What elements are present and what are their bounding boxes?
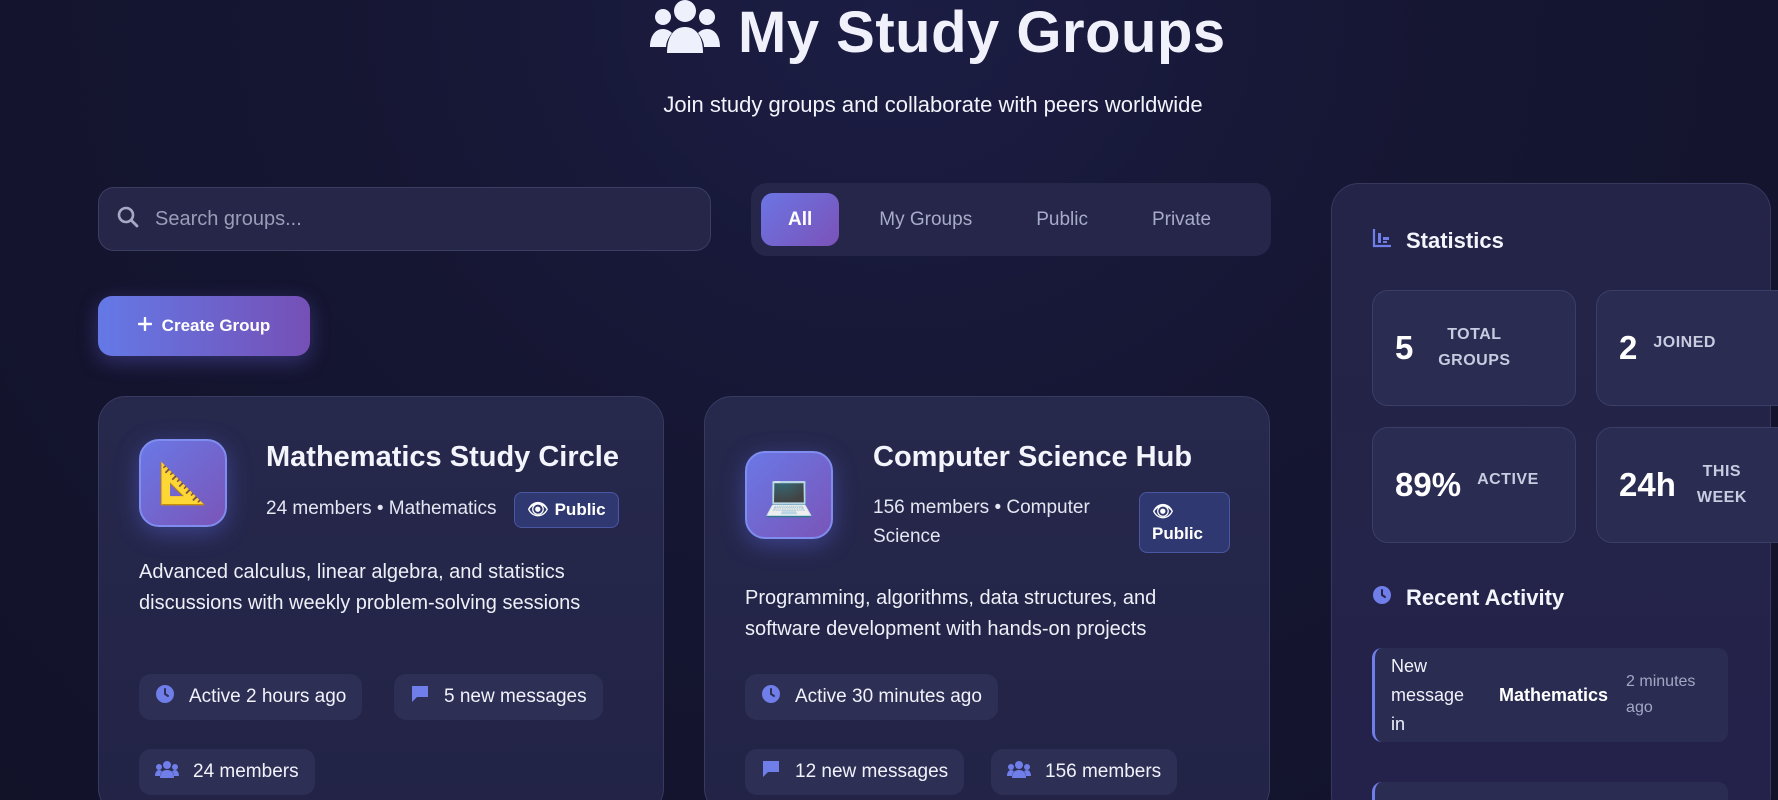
group-description: Advanced calculus, linear algebra, and s… <box>139 561 581 614</box>
users-icon <box>1007 760 1031 784</box>
stat-label: ACTIVE <box>1477 471 1539 488</box>
stat-value: 89% <box>1395 466 1462 503</box>
page-title-text: My Study Groups <box>738 0 1226 65</box>
laptop-icon: 💻 <box>745 451 833 539</box>
activity-item[interactable]: New message in Mathematics 2 minutes ago <box>1372 648 1728 742</box>
activity-chip: Active 30 minutes ago <box>745 674 998 720</box>
activity-item[interactable] <box>1372 782 1728 800</box>
group-card-mathematics[interactable]: 📐 Mathematics Study Circle 24 members • … <box>98 396 664 800</box>
members-chip: 156 members <box>991 749 1178 795</box>
clock-icon <box>155 684 175 710</box>
activity-chip: Active 2 hours ago <box>139 674 363 720</box>
statistics-title: Statistics <box>1406 228 1504 253</box>
stat-label: JOINED <box>1653 334 1716 351</box>
filter-tabs: All My Groups Public Private <box>751 183 1271 256</box>
badge-label: Public <box>1152 523 1204 543</box>
messages-text: 12 new messages <box>795 761 949 782</box>
plus-icon <box>137 316 152 336</box>
status-badge: 👁 Public <box>514 492 619 528</box>
members-chip: 24 members <box>139 749 315 795</box>
group-meta: 156 members • Computer Science <box>873 497 1090 547</box>
tab-public[interactable]: Public <box>1004 193 1120 246</box>
group-description: Programming, algorithms, data structures… <box>745 587 1157 640</box>
members-text: 156 members <box>1045 761 1162 782</box>
triangle-ruler-icon: 📐 <box>139 439 227 527</box>
messages-chip: 5 new messages <box>394 674 603 720</box>
eye-icon: 👁 <box>1152 501 1174 521</box>
stat-label: THIS WEEK <box>1696 463 1747 506</box>
group-title: Mathematics Study Circle <box>266 441 619 473</box>
stat-value: 2 <box>1619 329 1638 366</box>
stat-total-groups: 5 TOTAL GROUPS <box>1372 290 1576 406</box>
messages-chip: 12 new messages <box>745 749 965 795</box>
activity-text: New message in <box>1391 655 1465 734</box>
stat-value: 5 <box>1395 329 1414 366</box>
stats-sidebar: Statistics 5 TOTAL GROUPS 2 JOINED 89% A… <box>1331 183 1778 800</box>
search-input[interactable] <box>155 207 675 231</box>
stat-value: 24h <box>1619 466 1676 503</box>
page-subtitle: Join study groups and collaborate with p… <box>663 92 1203 117</box>
clock-icon <box>1372 585 1392 611</box>
tab-all[interactable]: All <box>761 193 840 246</box>
eye-icon: 👁 <box>527 500 549 519</box>
clock-icon <box>761 684 781 710</box>
create-group-label: Create Group <box>161 316 271 335</box>
status-badge: 👁 Public <box>1139 492 1230 553</box>
users-icon <box>650 0 720 67</box>
message-icon <box>761 759 781 785</box>
message-icon <box>410 684 430 710</box>
tab-my-groups[interactable]: My Groups <box>847 193 1004 246</box>
recent-activity-title: Recent Activity <box>1406 585 1565 610</box>
bar-chart-icon <box>1372 228 1392 254</box>
group-meta: 24 members • Mathematics <box>266 498 497 519</box>
statistics-heading: Statistics <box>1372 228 1504 254</box>
stat-active: 89% ACTIVE <box>1372 427 1576 543</box>
group-title: Computer Science Hub <box>873 441 1193 473</box>
tab-private[interactable]: Private <box>1120 193 1243 246</box>
stat-label: TOTAL GROUPS <box>1438 326 1511 369</box>
activity-subject: Mathematics <box>1499 684 1609 705</box>
users-icon <box>155 760 179 784</box>
members-text: 24 members <box>193 761 299 782</box>
search-box[interactable] <box>98 187 711 251</box>
activity-text: Active 2 hours ago <box>189 686 347 707</box>
messages-text: 5 new messages <box>444 686 587 707</box>
activity-text: Active 30 minutes ago <box>795 686 982 707</box>
search-icon <box>117 206 139 233</box>
badge-label: Public <box>554 500 606 519</box>
recent-activity-heading: Recent Activity <box>1372 585 1564 611</box>
activity-time: 2 minutes ago <box>1626 673 1696 716</box>
stat-this-week: 24h THIS WEEK <box>1596 427 1778 543</box>
group-card-computer-science[interactable]: 💻 Computer Science Hub 156 members • Com… <box>704 396 1270 800</box>
stat-joined: 2 JOINED <box>1596 290 1778 406</box>
page-title: My Study Groups <box>650 0 1226 67</box>
create-group-button[interactable]: Create Group <box>98 296 310 356</box>
